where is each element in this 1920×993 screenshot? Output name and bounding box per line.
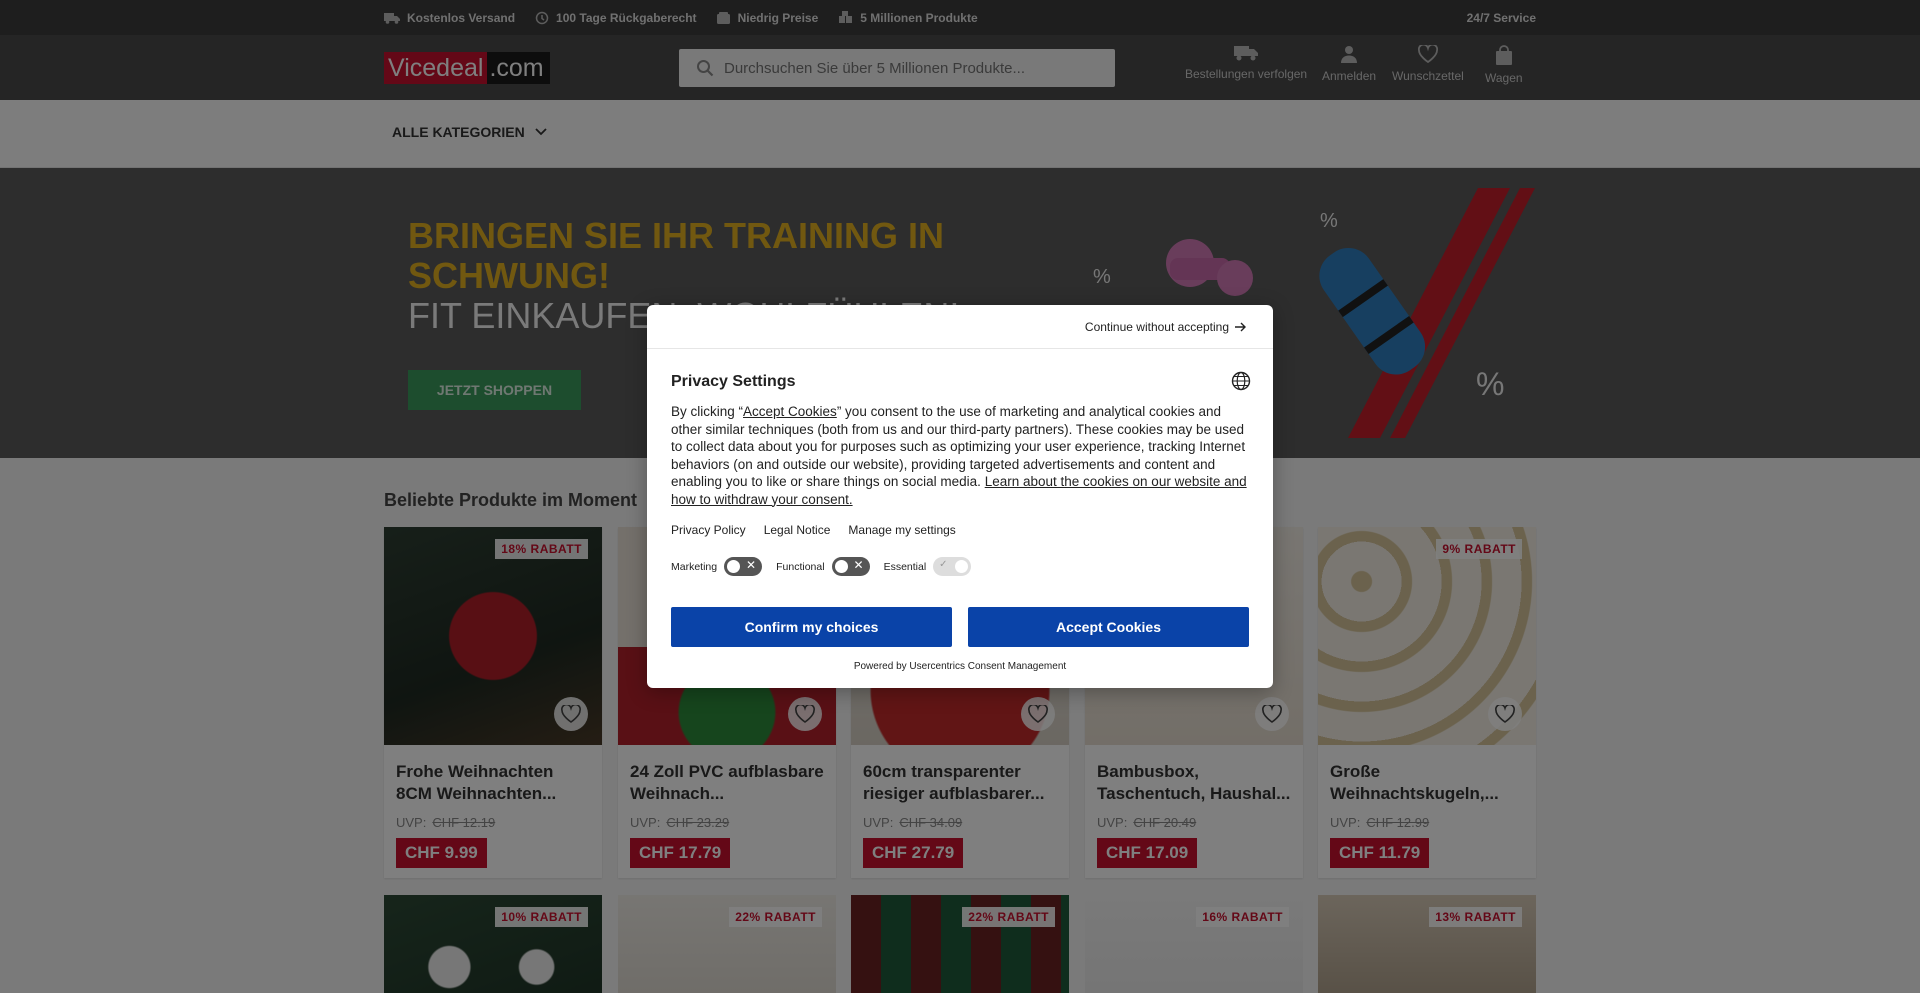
essential-toggle: ✓ <box>933 557 972 576</box>
privacy-settings-dialog: Continue without accepting Privacy Setti… <box>647 305 1273 688</box>
arrow-right-icon <box>1235 322 1246 332</box>
dialog-title: Privacy Settings <box>671 373 796 390</box>
continue-without-accepting-link[interactable]: Continue without accepting <box>1085 320 1247 334</box>
body-text-part: By clicking “ <box>671 404 744 419</box>
continue-label: Continue without accepting <box>1084 320 1229 334</box>
confirm-choices-button[interactable]: Confirm my choices <box>671 607 952 647</box>
language-globe-icon[interactable] <box>1231 371 1251 391</box>
dialog-header: Continue without accepting <box>647 305 1273 349</box>
accept-cookies-inline-link[interactable]: Accept Cookies <box>743 404 837 419</box>
marketing-toggle[interactable]: ✕ <box>724 557 763 576</box>
consent-toggles: Marketing ✕ Functional ✕ Essential ✓ <box>671 557 985 576</box>
marketing-label: Marketing <box>671 560 718 573</box>
powered-by-text: Powered by Usercentrics Consent Manageme… <box>853 661 1067 672</box>
privacy-policy-link[interactable]: Privacy Policy <box>671 523 746 537</box>
functional-toggle[interactable]: ✕ <box>831 557 870 576</box>
dialog-links: Privacy Policy Legal Notice Manage my se… <box>671 523 974 537</box>
functional-label: Functional <box>776 560 825 573</box>
legal-notice-link[interactable]: Legal Notice <box>764 523 831 537</box>
accept-cookies-button[interactable]: Accept Cookies <box>968 607 1249 647</box>
manage-settings-link[interactable]: Manage my settings <box>848 523 955 537</box>
dialog-body-text: By clicking “Accept Cookies” you consent… <box>671 403 1251 508</box>
essential-label: Essential <box>883 560 927 573</box>
